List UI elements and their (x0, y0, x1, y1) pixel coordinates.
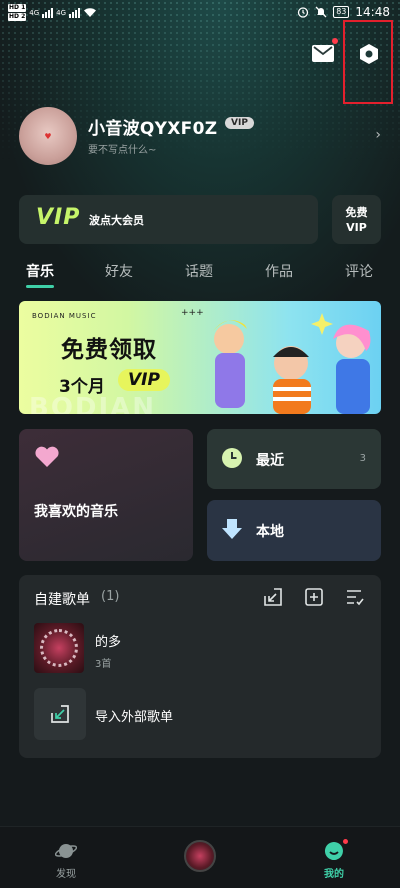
nav-mine-label: 我的 (324, 869, 344, 880)
status-bar-right: 83 14:48 (297, 5, 390, 19)
recent-label: 最近 (256, 453, 284, 469)
profile-tabs: 音乐 好友 话题 作品 评论 (0, 257, 400, 288)
playlist-song-count: 3首 (95, 659, 112, 670)
battery-indicator: 83 (333, 6, 350, 18)
add-playlist-button[interactable] (304, 587, 324, 607)
download-icon (222, 519, 242, 539)
mute-icon (315, 6, 327, 18)
sim2-label: HD 2 (8, 13, 27, 21)
mail-button[interactable] (308, 38, 338, 68)
playlist-cover-disc (40, 629, 78, 667)
signal1-icon (42, 7, 54, 18)
vip-badge: VIP (225, 117, 254, 129)
sim-indicators: HD 1 HD 2 (8, 4, 27, 21)
signal2-icon (69, 7, 81, 18)
promo-vip-tag: VIP (118, 369, 170, 391)
tab-comments[interactable]: 评论 (345, 261, 373, 281)
vip-membership-label: 波点大会员 (89, 214, 144, 227)
heart-icon (35, 446, 59, 467)
import-external-playlist[interactable]: 导入外部歌单 (34, 688, 364, 740)
playlist-cover (34, 623, 84, 673)
network2-label: 4G (56, 8, 67, 17)
settings-highlight-box (343, 20, 393, 104)
mail-notification-dot (332, 38, 338, 44)
promo-illustration (213, 313, 371, 414)
manage-playlists-button[interactable] (345, 587, 365, 607)
nav-mine[interactable]: 我的 (294, 827, 374, 888)
tab-active-indicator (26, 285, 54, 288)
tab-topics[interactable]: 话题 (185, 261, 213, 281)
import-playlist-button[interactable] (263, 587, 283, 607)
chevron-right-icon: › (375, 127, 381, 143)
status-bar-left: HD 1 HD 2 4G 4G (8, 4, 97, 21)
playlist-name: 的多 (95, 635, 122, 650)
planet-icon (54, 839, 78, 863)
playlist-section-count: (1) (101, 589, 120, 604)
favorites-card[interactable]: 我喜欢的音乐 (19, 429, 193, 561)
local-card[interactable]: 本地 (207, 500, 381, 561)
free-vip-line2: VIP (346, 220, 367, 234)
username: 小音波QYXF0Z (88, 119, 218, 139)
custom-playlists-section: 自建歌单 (1) 的多 3首 导入外部歌单 (19, 575, 381, 758)
now-playing-disc[interactable] (184, 840, 216, 872)
vip-logo: VIP (36, 205, 81, 230)
nav-discover[interactable]: 发现 (26, 827, 106, 888)
list-check-icon (347, 590, 364, 606)
recent-count: 3 (359, 453, 366, 464)
promo-banner[interactable]: BODIAN MUSIC +++ 免费领取 3个月 VIP BODIAN (19, 301, 381, 414)
status-bar: HD 1 HD 2 4G 4G 83 14:48 (0, 0, 400, 28)
profile-header[interactable]: ♥ 小音波QYXF0Z VIP 要不写点什么~ › (19, 107, 385, 165)
tab-works[interactable]: 作品 (265, 261, 293, 281)
vip-membership-banner[interactable]: VIP 波点大会员 (19, 195, 318, 244)
playlist-item[interactable]: 的多 3首 (34, 623, 364, 675)
wifi-icon (84, 8, 97, 17)
clock-icon (222, 448, 242, 468)
network1-label: 4G (29, 8, 40, 17)
free-vip-line1: 免费 (345, 205, 368, 219)
import-external-label: 导入外部歌单 (95, 710, 174, 725)
profile-bio: 要不写点什么~ (88, 145, 157, 156)
nav-discover-label: 发现 (56, 869, 76, 880)
playlist-section-title: 自建歌单 (34, 592, 90, 608)
free-vip-button[interactable]: 免费 VIP (332, 195, 381, 244)
avatar[interactable]: ♥ (19, 107, 77, 165)
recent-card[interactable]: 最近 3 (207, 429, 381, 489)
local-label: 本地 (256, 524, 284, 540)
avatar-heart-icon: ♥ (44, 131, 52, 141)
tab-friends[interactable]: 好友 (105, 261, 133, 281)
promo-brand: BODIAN MUSIC (32, 312, 97, 320)
nav-mine-notification-dot (343, 839, 348, 844)
import-icon (264, 588, 282, 606)
import-external-icon-box (34, 688, 86, 740)
sim1-label: HD 1 (8, 4, 27, 12)
clock: 14:48 (355, 5, 390, 19)
alarm-icon (298, 7, 309, 18)
add-icon (305, 588, 323, 606)
tab-music[interactable]: 音乐 (26, 261, 54, 281)
bottom-navigation: 发现 我的 (0, 826, 400, 888)
promo-title: 免费领取 (61, 337, 157, 363)
promo-watermark: BODIAN (29, 393, 157, 414)
import-external-icon (51, 705, 69, 723)
favorites-label: 我喜欢的音乐 (34, 504, 118, 520)
mail-icon (312, 44, 334, 62)
